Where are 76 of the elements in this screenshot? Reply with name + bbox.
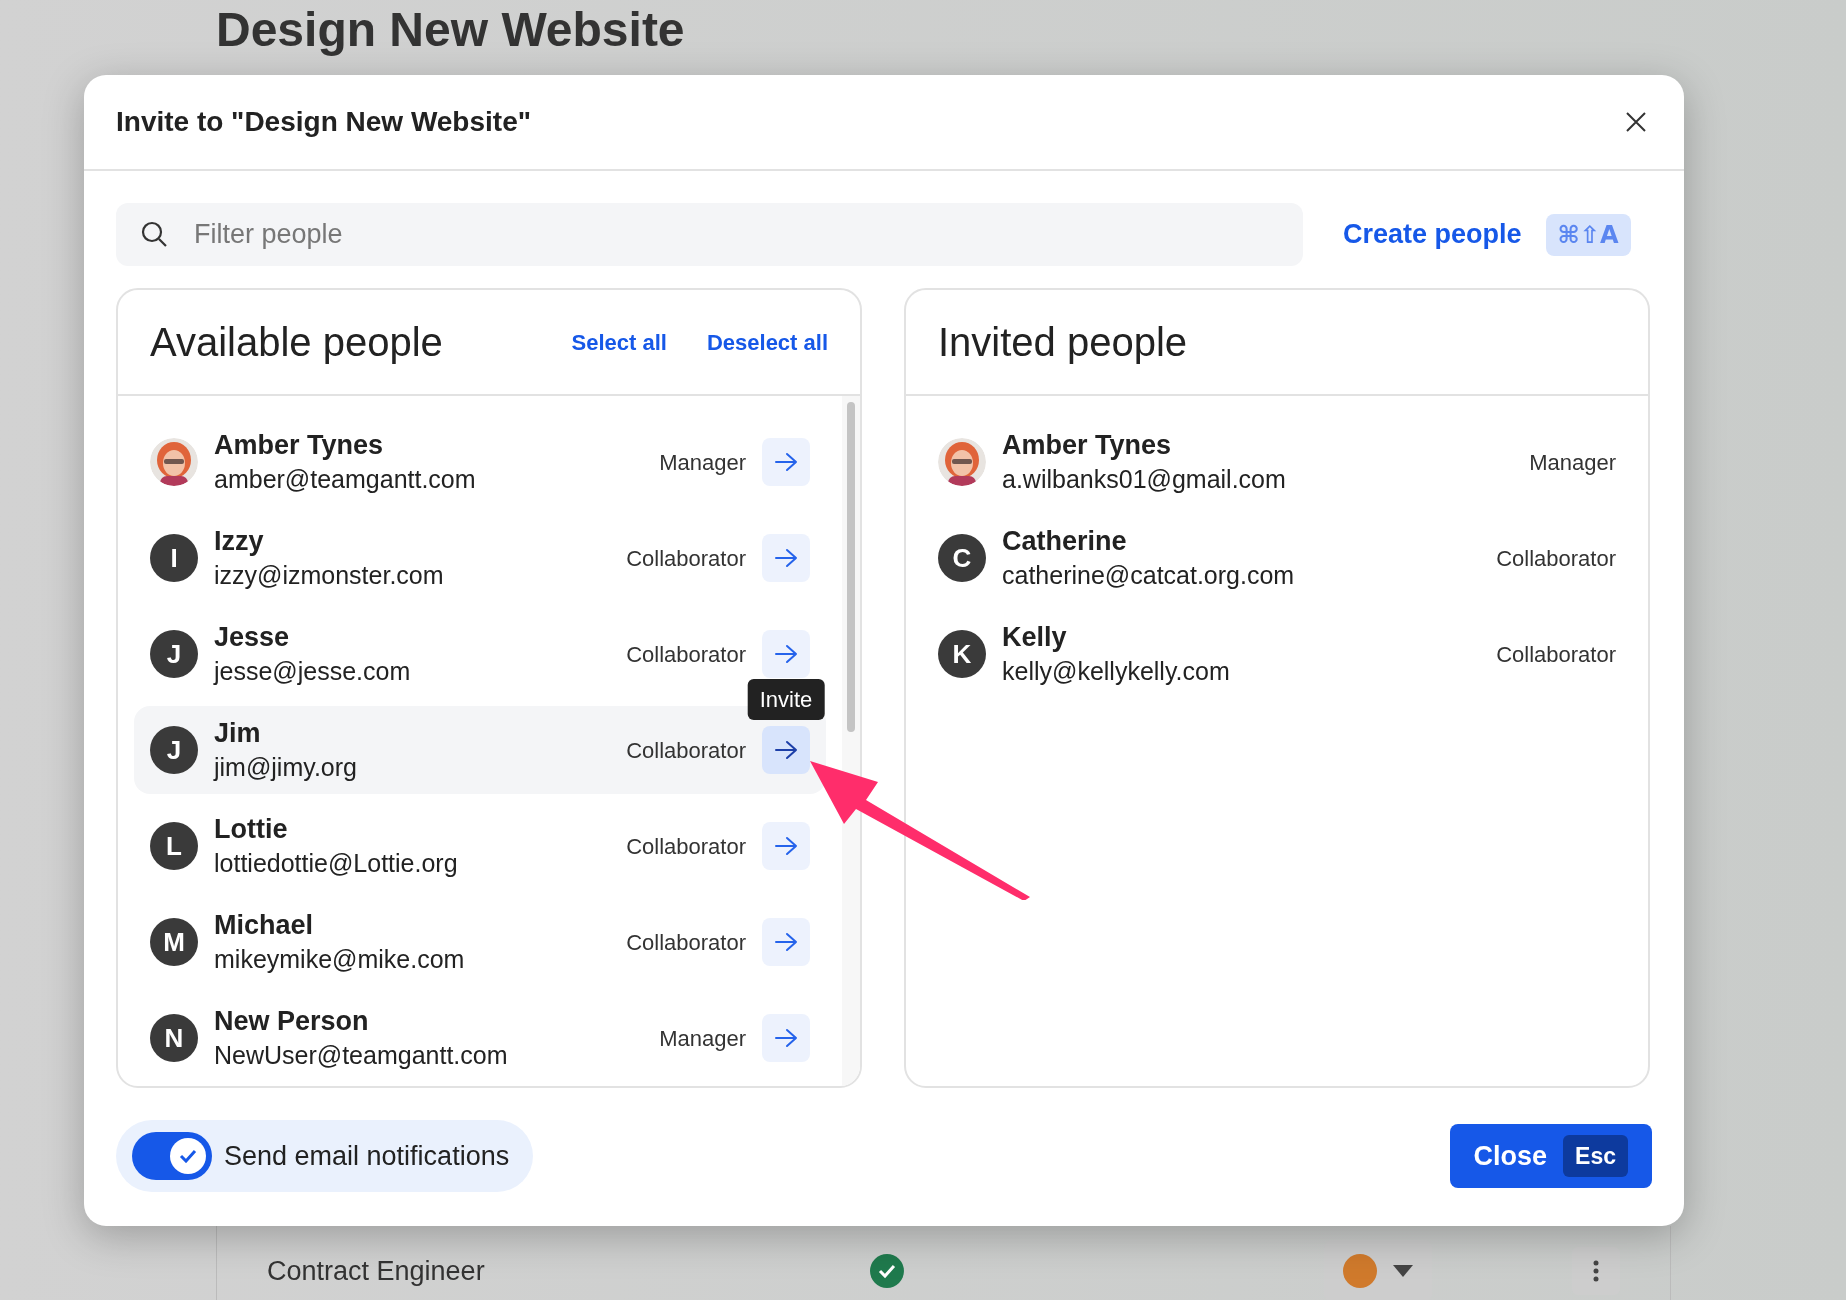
person-email: catherine@catcat.org.com — [1002, 560, 1296, 591]
avatar: M — [150, 918, 198, 966]
invite-button[interactable] — [762, 822, 810, 870]
caret-icon — [1393, 1265, 1414, 1277]
person-name: Kelly — [1002, 621, 1068, 654]
search-icon — [140, 220, 168, 248]
person-name: Catherine — [1002, 525, 1128, 558]
avatar: J — [150, 726, 198, 774]
person-name: Lottie — [214, 813, 289, 846]
invite-button[interactable] — [762, 1014, 810, 1062]
role-label: Collaborator — [1496, 544, 1616, 573]
page-title: Design New Website — [216, 2, 686, 58]
role-label: Collaborator — [1496, 640, 1616, 669]
deselect-all-link[interactable]: Deselect all — [706, 325, 828, 359]
avatar: J — [150, 630, 198, 678]
person-row[interactable]: I Izzy izzy@izmonster.com Collaborator — [134, 514, 826, 602]
person-email: jim@jimy.org — [214, 752, 358, 783]
arrow-right-icon — [774, 452, 798, 472]
more-icon — [1593, 1260, 1599, 1282]
role-label: Collaborator — [626, 736, 746, 765]
arrow-right-icon — [774, 740, 798, 760]
avatar: N — [150, 1014, 198, 1062]
person-name: New Person — [214, 1005, 370, 1038]
invite-button[interactable] — [762, 630, 810, 678]
invite-button[interactable] — [762, 534, 810, 582]
person-row[interactable]: L Lottie lottiedottie@Lottie.org Collaborator — [134, 802, 826, 890]
arrow-right-icon — [774, 1028, 798, 1048]
search-field[interactable]: Filter people — [116, 203, 1303, 266]
avatar: K — [938, 630, 986, 678]
person-name: Jim — [214, 717, 262, 750]
person-email: lottiedottie@Lottie.org — [214, 848, 459, 879]
select-all-link[interactable]: Select all — [571, 325, 667, 359]
arrow-right-icon — [774, 836, 798, 856]
person-email: mikeymike@mike.com — [214, 944, 466, 975]
person-row[interactable]: Amber Tynes amber@teamgantt.com Manager — [134, 418, 826, 506]
toggle-switch[interactable] — [132, 1132, 212, 1180]
invite-button[interactable] — [762, 438, 810, 486]
person-email: kelly@kellykelly.com — [1002, 656, 1231, 687]
person-email: NewUser@teamgantt.com — [214, 1040, 509, 1071]
shortcut-key: ⌘⇧A — [1545, 213, 1631, 256]
person-name: Jesse — [214, 621, 291, 654]
arrow-right-icon — [774, 932, 798, 952]
check-icon — [179, 1149, 197, 1163]
person-email: amber@teamgantt.com — [214, 464, 477, 495]
role-label: Manager — [659, 1024, 746, 1053]
task-name: Contract Engineer — [267, 1254, 486, 1288]
panel-title: Invited people — [938, 319, 1188, 366]
person-row[interactable]: N New Person NewUser@teamgantt.com Manager — [134, 994, 826, 1082]
role-label: Collaborator — [626, 928, 746, 957]
arrow-right-icon — [774, 644, 798, 664]
email-toggle[interactable]: Send email notifications — [116, 1120, 534, 1192]
role-label: Manager — [659, 448, 746, 477]
role-label: Collaborator — [626, 832, 746, 861]
avatar: I — [150, 534, 198, 582]
scrollbar[interactable] — [847, 402, 855, 732]
person-email: izzy@izmonster.com — [214, 560, 445, 591]
arrow-right-icon — [774, 548, 798, 568]
person-name: Michael — [214, 909, 315, 942]
role-label: Collaborator — [626, 544, 746, 573]
role-label: Manager — [1529, 448, 1616, 477]
toggle-label: Send email notifications — [224, 1139, 510, 1173]
person-name: Amber Tynes — [214, 429, 385, 462]
tooltip: Invite — [747, 679, 825, 720]
role-label: Collaborator — [626, 640, 746, 669]
person-row[interactable]: M Michael mikeymike@mike.com Collaborator — [134, 898, 826, 986]
create-people-link[interactable]: Create people — [1343, 214, 1522, 255]
invite-button[interactable] — [762, 726, 810, 774]
close-button[interactable]: Close Esc — [1449, 1124, 1652, 1188]
person-name: Izzy — [214, 525, 265, 558]
dialog-title: Invite to "Design New Website" — [116, 105, 531, 139]
panel-title: Available people — [150, 319, 444, 366]
avatar: L — [150, 822, 198, 870]
avatar: C — [938, 534, 986, 582]
person-email: a.wilbanks01@gmail.com — [1002, 464, 1287, 495]
person-name: Amber Tynes — [1002, 429, 1173, 462]
invite-button[interactable] — [762, 918, 810, 966]
